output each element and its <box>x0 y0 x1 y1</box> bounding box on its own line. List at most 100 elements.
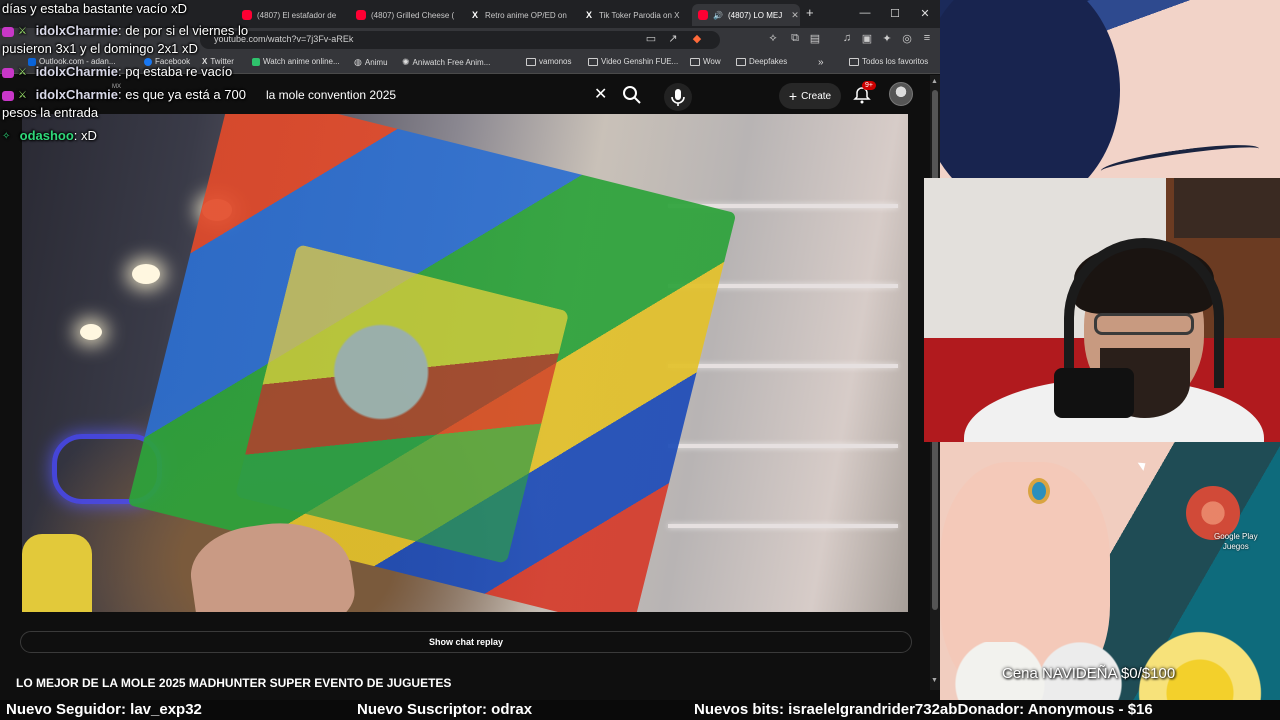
chat-username: odashoo <box>19 128 74 143</box>
donation-goal: Cena NAVIDEÑA $0/$100 <box>1002 665 1176 682</box>
vpn-icon[interactable]: ◎ <box>900 32 914 45</box>
sword-badge-icon: ⚔ <box>18 25 27 37</box>
bookshelf <box>1174 178 1280 238</box>
notification-badge: 9+ <box>862 81 876 90</box>
tab-label: (4807) Grilled Cheese ( <box>371 10 455 20</box>
chat-message: pesos la entrada <box>2 105 98 120</box>
create-label: Create <box>801 90 832 102</box>
user-avatar[interactable] <box>889 82 913 106</box>
close-tab-icon[interactable]: ✕ <box>791 10 799 21</box>
bookmark-label: vamonos <box>539 57 572 66</box>
tab-label: (4807) LO MEJ <box>727 10 783 20</box>
bookmark-all[interactable]: Todos los favoritos <box>849 57 928 66</box>
new-follower-alert: Nuevo Seguidor: lav_exp32 <box>6 701 202 718</box>
leo-icon[interactable]: ✦ <box>880 32 894 45</box>
plus-icon: + <box>788 88 798 104</box>
new-tab-button[interactable]: + <box>806 5 814 20</box>
tab-active[interactable]: 🔊 (4807) LO MEJ ✕ <box>692 4 800 26</box>
person-background <box>22 534 92 612</box>
microphone-icon[interactable] <box>664 83 692 111</box>
anime-ring <box>1028 478 1050 504</box>
chat-message: ⚔ idolxCharmie: pq estaba re vacío <box>2 64 232 79</box>
scroll-down-icon[interactable]: ▼ <box>931 677 938 684</box>
search-icon[interactable] <box>620 83 644 107</box>
video-player[interactable] <box>22 114 908 612</box>
brave-shield-icon[interactable]: ◆ <box>690 32 704 45</box>
chat-message: ✧ odashoo: xD <box>2 128 97 143</box>
bookmark-vamonos[interactable]: vamonos <box>526 57 571 66</box>
folder-icon <box>588 57 598 66</box>
music-icon[interactable]: ♫ <box>840 32 854 44</box>
bookmark-animu[interactable]: ◍ Animu <box>354 57 388 68</box>
alert-ticker: Nuevo Seguidor: lav_exp32 Nuevo Suscript… <box>0 700 1280 720</box>
chat-message: ⚔ idolxCharmie: es que ya está a 700 <box>2 87 246 102</box>
bookmark-label: Aniwatch Free Anim... <box>412 58 491 67</box>
create-button[interactable]: + Create <box>779 83 841 109</box>
chat-message: ⚔ idolxCharmie: de por si el viernes lo <box>2 23 248 38</box>
clear-search-icon[interactable]: ✕ <box>594 84 607 104</box>
bits-donation-alert: Nuevos bits: israelelgrandrider732abDona… <box>694 701 1153 718</box>
heart-badge-icon <box>2 90 14 101</box>
search-input[interactable]: la mole convention 2025 <box>266 88 396 102</box>
youtube-icon <box>242 10 252 20</box>
sparkle-badge-icon: ✧ <box>2 130 11 142</box>
folder-icon <box>526 57 536 66</box>
maximize-icon[interactable]: ☐ <box>880 4 910 22</box>
bookmark-label: Wow <box>703 57 721 66</box>
microphone <box>1054 368 1134 418</box>
tab-label: Retro anime OP/ED on <box>485 10 567 20</box>
cast-icon[interactable]: ▭ <box>644 32 658 45</box>
google-play-title: Google Play <box>1214 532 1258 541</box>
folder-icon <box>736 57 746 66</box>
stream-canvas: (4807) El estafador de (4807) Grilled Ch… <box>0 0 1280 720</box>
sword-badge-icon: ⚔ <box>18 89 27 101</box>
tab-1[interactable]: (4807) El estafador de <box>236 4 348 26</box>
tab-3[interactable]: X Retro anime OP/ED on <box>464 4 576 26</box>
aniwatch-icon: ✺ <box>402 57 410 67</box>
menu-icon[interactable]: ≡ <box>920 32 934 44</box>
ceiling-light <box>80 324 102 340</box>
chat-text: es que ya está a 700 <box>125 87 246 102</box>
scroll-up-icon[interactable]: ▲ <box>931 78 938 85</box>
bookmark-wow[interactable]: Wow <box>690 57 721 66</box>
webcam-feed <box>924 178 1280 442</box>
chat-username: idolxCharmie <box>35 23 118 38</box>
close-window-icon[interactable]: ✕ <box>910 4 940 22</box>
chat-text: pq estaba re vacío <box>125 64 233 79</box>
heart-badge-icon <box>2 26 14 37</box>
heart-badge-icon <box>2 67 14 78</box>
wallet-icon[interactable]: ▣ <box>860 32 874 45</box>
bookmark-aniwatch[interactable]: ✺ Aniwatch Free Anim... <box>402 57 490 68</box>
puzzle-icon[interactable]: ⧉ <box>788 32 802 45</box>
tab-2[interactable]: (4807) Grilled Cheese ( <box>350 4 460 26</box>
bookmark-video-genshin[interactable]: Video Genshin FUE... <box>588 57 678 66</box>
show-chat-replay-button[interactable]: Show chat replay <box>20 631 912 653</box>
tab-label: Tik Toker Parodia on X <box>599 10 680 20</box>
bookmark-label: Video Genshin FUE... <box>601 57 679 66</box>
sword-badge-icon: ⚔ <box>18 66 27 78</box>
bookmark-deepfakes[interactable]: Deepfakes <box>736 57 787 66</box>
anime-art-bottom <box>940 442 1280 700</box>
bookmark-label: Watch anime online... <box>263 57 340 66</box>
tab-4[interactable]: X Tik Toker Parodia on X <box>578 4 690 26</box>
youtube-icon <box>356 10 366 20</box>
video-title: LO MEJOR DE LA MOLE 2025 MADHUNTER SUPER… <box>16 676 452 690</box>
share-icon[interactable]: ↗ <box>666 32 680 45</box>
minimize-icon[interactable]: — <box>850 4 880 22</box>
chat-username: idolxCharmie <box>35 64 118 79</box>
chat-text: de por si el viernes lo <box>125 23 249 38</box>
chat-text: días y estaba bastante vacío xD <box>2 1 187 16</box>
chat-text: xD <box>81 128 97 143</box>
folder-icon <box>849 57 859 66</box>
more-bookmarks-icon[interactable]: » <box>818 57 824 68</box>
new-subscriber-alert: Nuevo Suscriptor: odrax <box>357 701 533 718</box>
sidebar-icon[interactable]: ▤ <box>808 32 822 45</box>
anime-site-icon <box>252 57 260 66</box>
extension-icon[interactable]: ⟡ <box>766 32 780 45</box>
shelf <box>668 364 898 368</box>
ceiling-light <box>132 264 160 284</box>
url-field[interactable]: youtube.com/watch?v=7j3Fv-aREk <box>200 31 720 49</box>
google-play-label: Google Play Juegos <box>1214 532 1258 552</box>
anime-eyebrow <box>1099 138 1261 180</box>
bookmark-watch-anime[interactable]: Watch anime online... <box>252 57 340 66</box>
